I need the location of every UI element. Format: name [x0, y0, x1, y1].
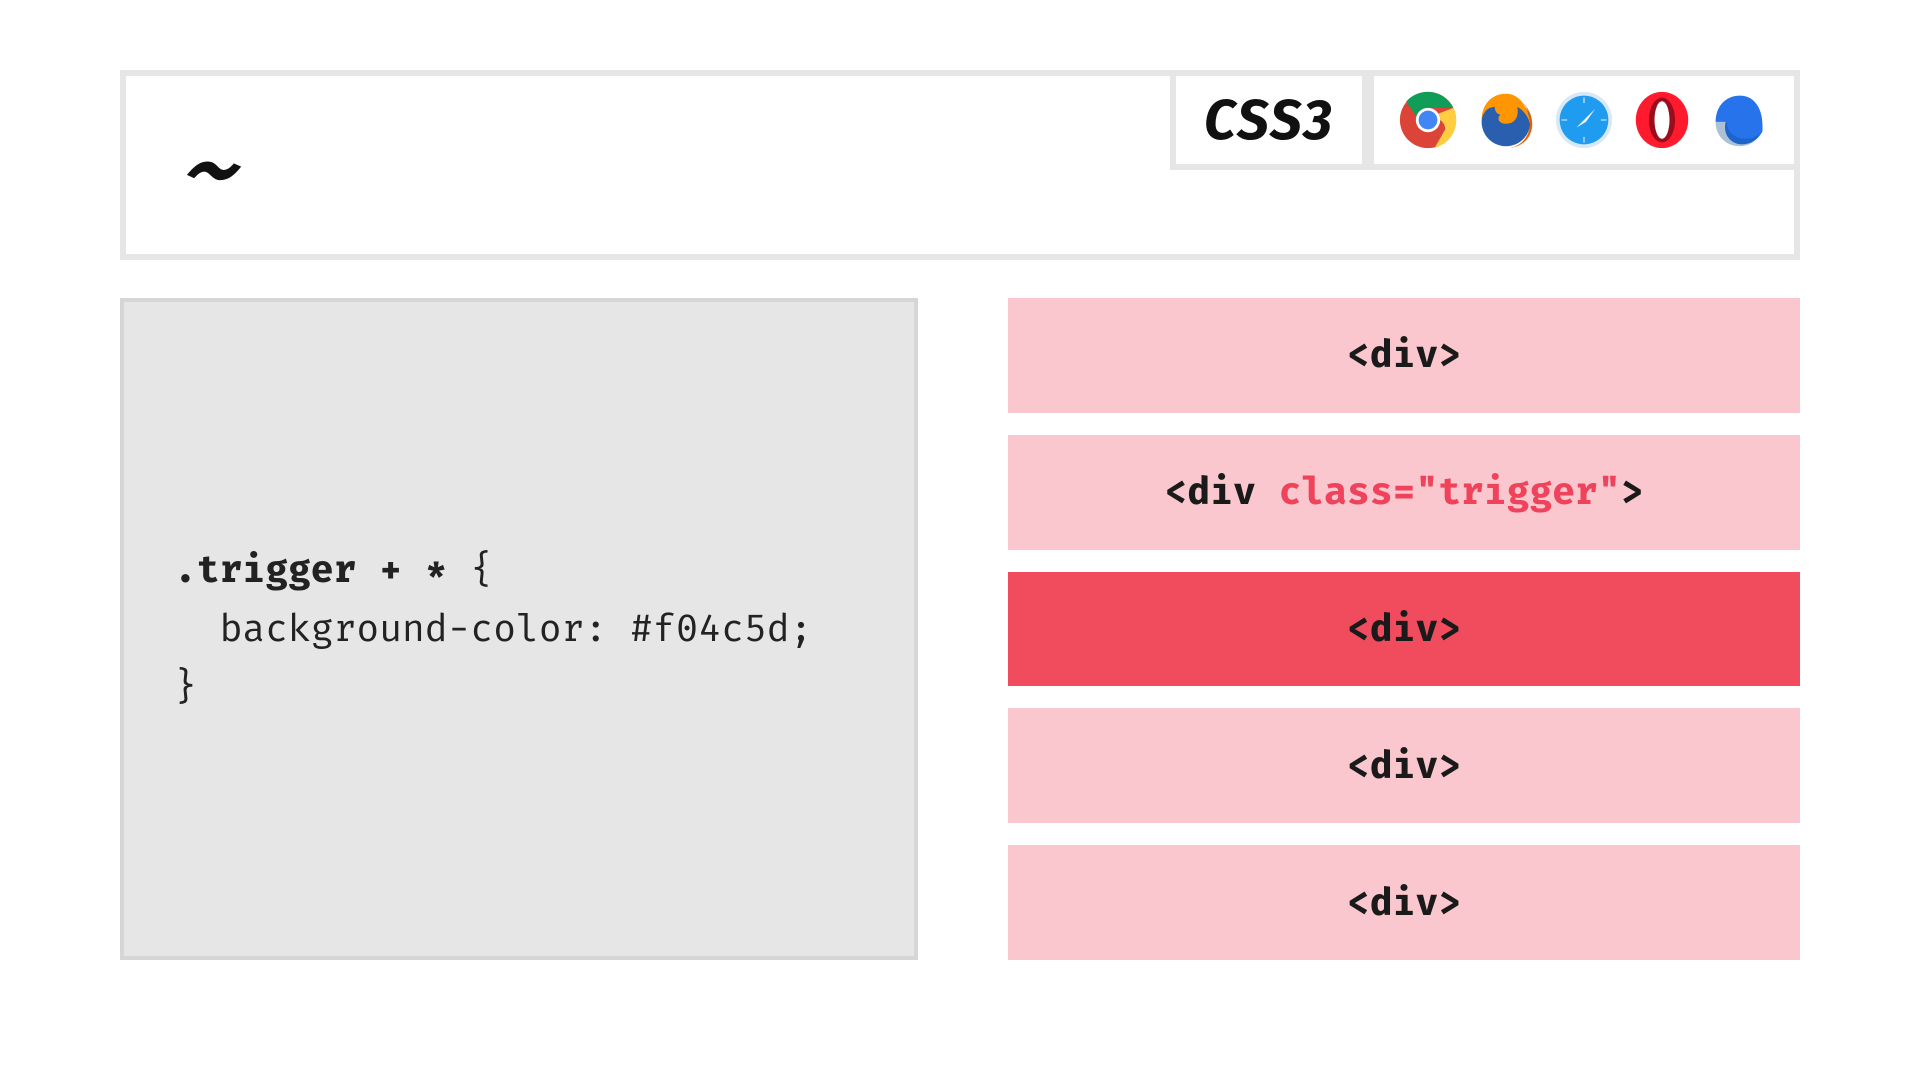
opera-icon — [1632, 90, 1692, 150]
chrome-icon — [1398, 90, 1458, 150]
demo-block-attr: class="trigger" — [1279, 469, 1621, 515]
header-badges: CSS3 — [1170, 70, 1800, 170]
code-rule: background-color: #f04c5d; — [174, 606, 812, 652]
demo-block-label: <div> — [1347, 880, 1461, 926]
demo-block-label: <div> — [1347, 606, 1461, 652]
demo-block: <div> — [1008, 845, 1800, 960]
demo-block-label: <div class="trigger"> — [1165, 469, 1644, 515]
header-bar: ~ CSS3 — [120, 70, 1800, 260]
code-panel: .trigger + * { background-color: #f04c5d… — [120, 298, 918, 960]
firefox-icon — [1476, 90, 1536, 150]
main-content: .trigger + * { background-color: #f04c5d… — [120, 298, 1800, 960]
edge-icon — [1710, 90, 1770, 150]
demo-block: <div> — [1008, 572, 1800, 687]
browser-support-badge — [1368, 70, 1800, 170]
code-selector: .trigger + * — [174, 547, 448, 593]
css-version-badge: CSS3 — [1170, 70, 1368, 170]
selector-symbol: ~ — [178, 128, 234, 213]
demo-block: <div> — [1008, 708, 1800, 823]
code-brace-open: { — [448, 547, 494, 593]
code-brace-close: } — [174, 664, 197, 710]
demo-panel: <div> <div class="trigger"> <div> <div> … — [1008, 298, 1800, 960]
safari-icon — [1554, 90, 1614, 150]
demo-block: <div> — [1008, 298, 1800, 413]
css-code: .trigger + * { background-color: #f04c5d… — [174, 541, 812, 718]
demo-block: <div class="trigger"> — [1008, 435, 1800, 550]
demo-block-label: <div> — [1347, 332, 1461, 378]
demo-block-label: <div> — [1347, 743, 1461, 789]
